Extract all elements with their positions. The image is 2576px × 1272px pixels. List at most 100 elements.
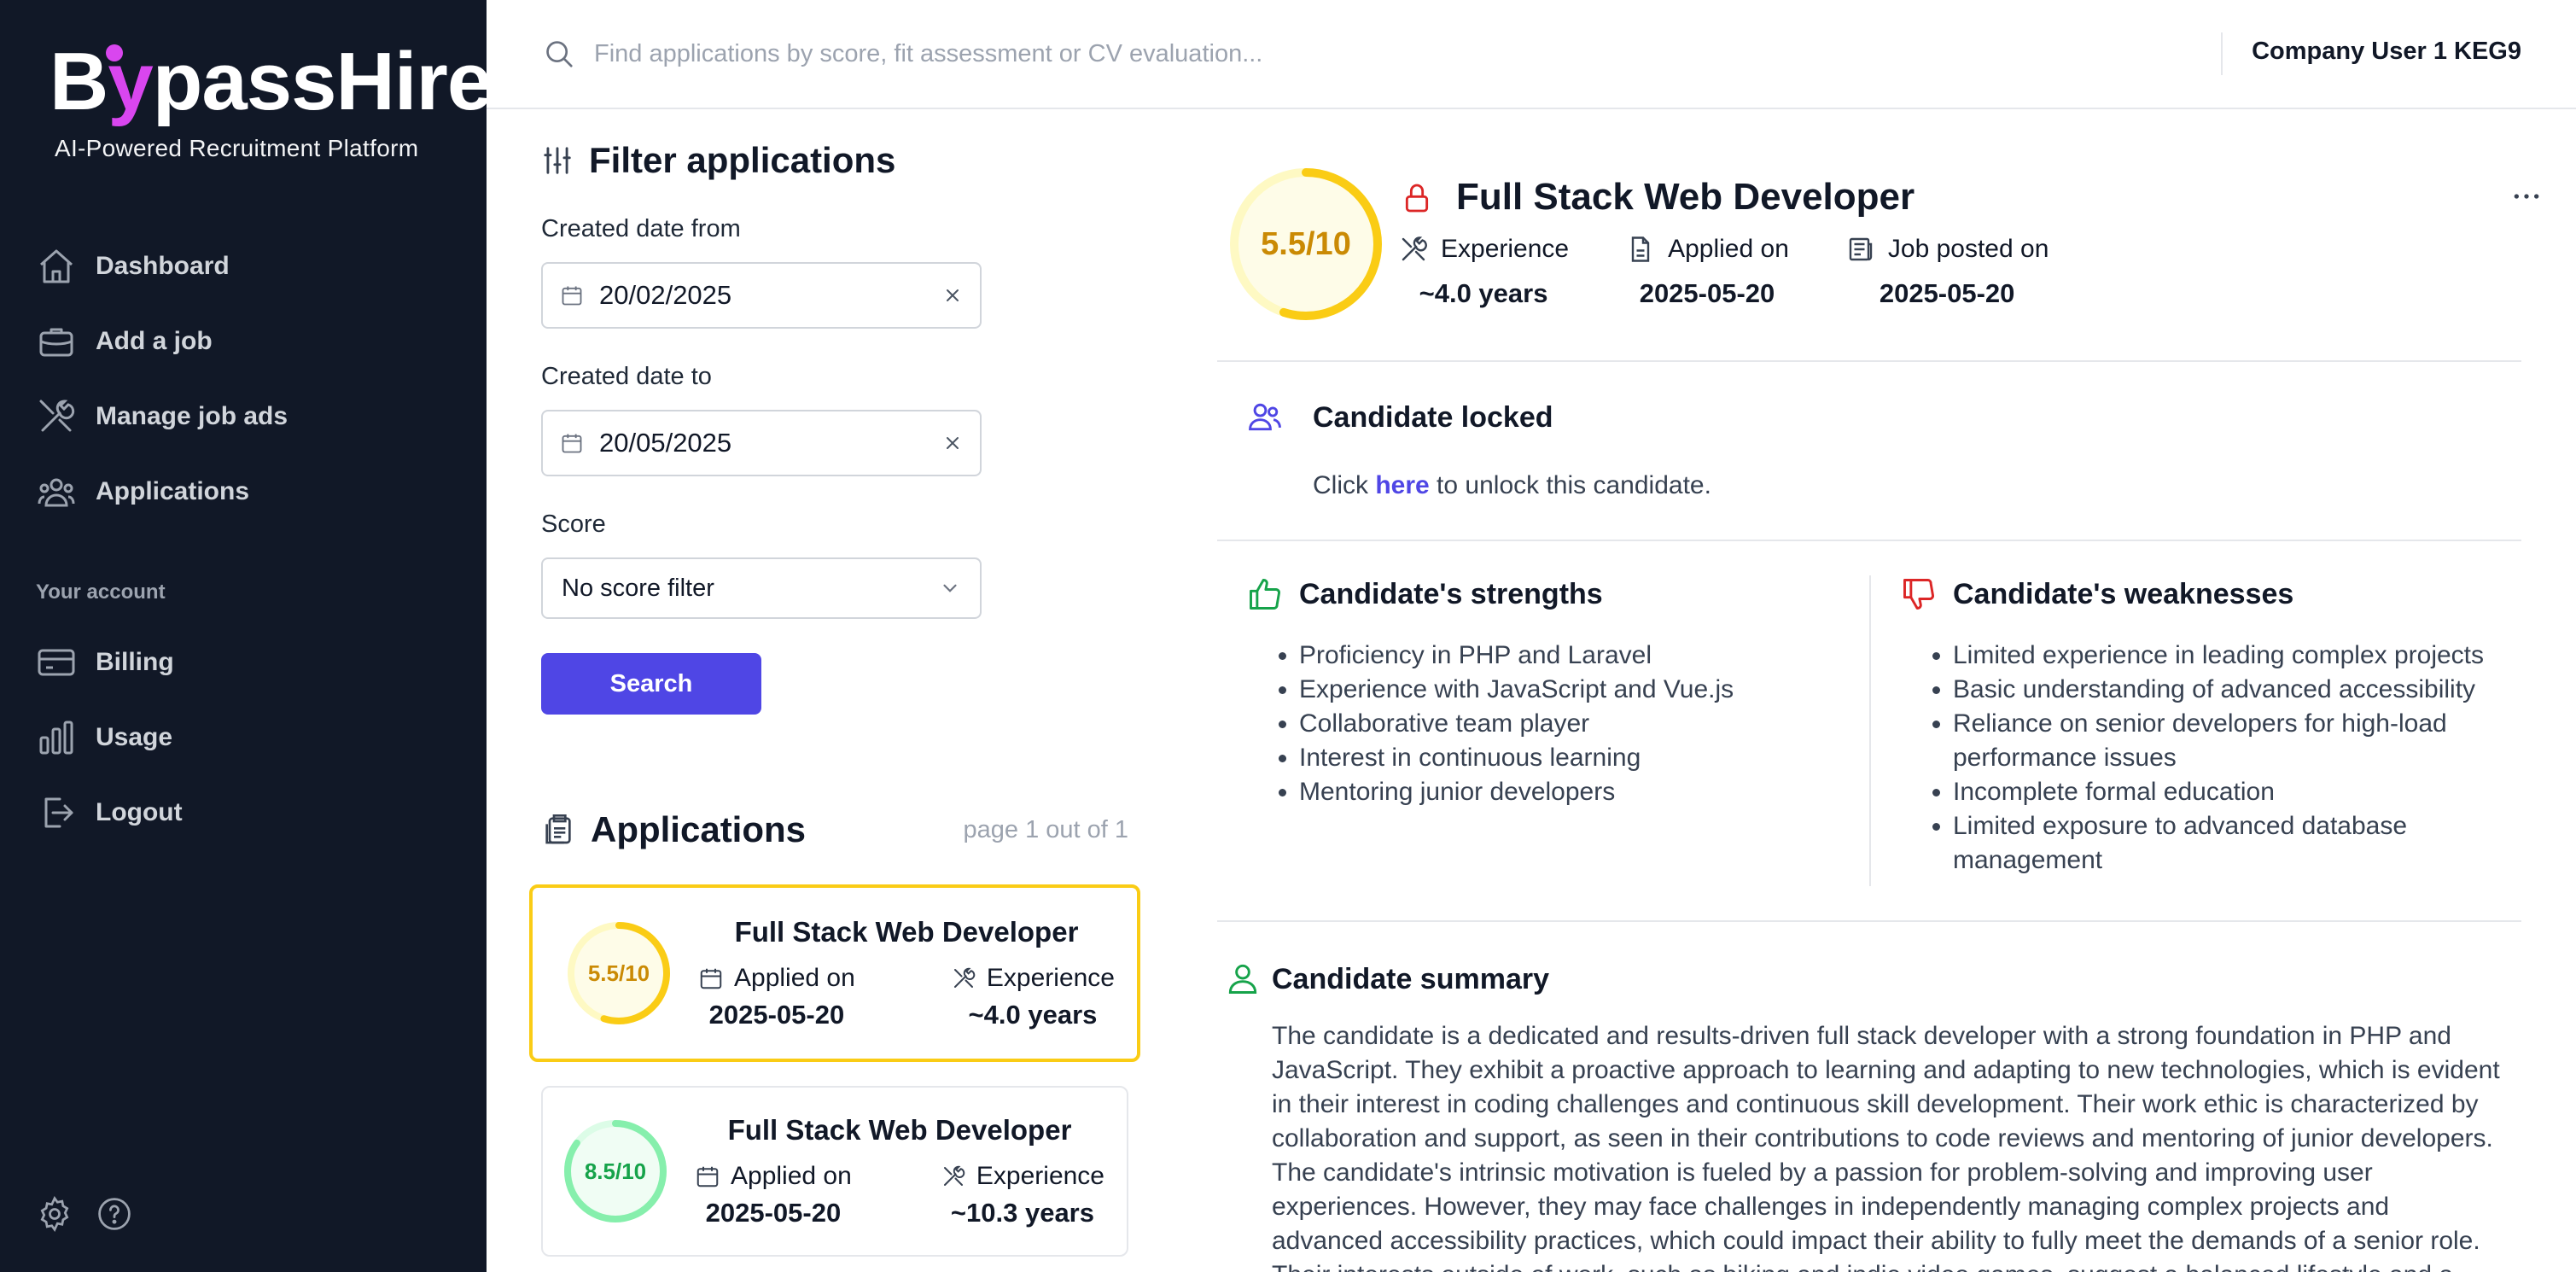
candidate-locked-section: Candidate locked Click here to unlock th… bbox=[1217, 362, 2521, 541]
date-to-value: 20/05/2025 bbox=[599, 428, 732, 458]
search-input[interactable] bbox=[594, 29, 2045, 79]
unlock-text: Click here to unlock this candidate. bbox=[1313, 471, 1711, 499]
lock-icon bbox=[1405, 184, 1429, 213]
date-to-field[interactable]: 20/05/2025 bbox=[541, 410, 982, 476]
list-item: Basic understanding of advanced accessib… bbox=[1953, 673, 2497, 707]
clear-icon[interactable] bbox=[942, 285, 963, 306]
detail-score-label: 5.5/10 bbox=[1261, 225, 1351, 262]
sidebar-item-manage-job-ads[interactable]: Manage job ads bbox=[0, 379, 487, 454]
date-from-field[interactable]: 20/02/2025 bbox=[541, 262, 982, 329]
sidebar-item-billing[interactable]: Billing bbox=[0, 625, 487, 700]
detail-score-ring: 5.5/10 bbox=[1224, 162, 1388, 326]
calendar-icon bbox=[696, 1166, 719, 1187]
sidebar-item-usage[interactable]: Usage bbox=[0, 700, 487, 775]
thumbs-up-icon bbox=[1250, 579, 1280, 610]
application-card[interactable]: 5.5/10 Full Stack Web Developer Applied … bbox=[529, 884, 1140, 1062]
experience-value: ~10.3 years bbox=[950, 1198, 1094, 1228]
sidebar-item-applications[interactable]: Applications bbox=[0, 454, 487, 529]
strengths-section: Candidate's strengths Proficiency in PHP… bbox=[1246, 575, 1844, 809]
user-menu[interactable]: Company User 1 KEG9 bbox=[2252, 38, 2521, 66]
strengths-list: Proficiency in PHP and Laravel Experienc… bbox=[1246, 639, 1844, 809]
list-item: Proficiency in PHP and Laravel bbox=[1299, 639, 1844, 673]
application-detail: 5.5/10 Full Stack Web Developer Experien… bbox=[1217, 109, 2539, 1272]
calendar-icon bbox=[562, 286, 582, 306]
sidebar-item-add-job[interactable]: Add a job bbox=[0, 304, 487, 379]
sidebar-item-logout[interactable]: Logout bbox=[0, 775, 487, 850]
detail-meta: Experience ~4.0 years Applied on 2025-05… bbox=[1398, 234, 2105, 309]
tools-icon bbox=[39, 400, 75, 432]
score-label: Score bbox=[541, 511, 606, 538]
experience-value: ~4.0 years bbox=[1419, 278, 1548, 308]
applied-date: 2025-05-20 bbox=[1639, 278, 1775, 308]
application-card[interactable]: 8.5/10 Full Stack Web Developer Applied … bbox=[541, 1086, 1128, 1257]
list-item: Limited exposure to advanced database ma… bbox=[1953, 809, 2497, 878]
newspaper-icon bbox=[1849, 237, 1873, 261]
summary-title: Candidate summary bbox=[1272, 963, 1549, 995]
brand-logo[interactable]: BypassHire AI-Powered Recruitment Platfo… bbox=[50, 36, 492, 162]
sliders-icon bbox=[544, 147, 571, 174]
account-nav: Billing Usage Logout bbox=[0, 625, 487, 850]
sidebar-item-label: Usage bbox=[96, 723, 173, 751]
weaknesses-title: Candidate's weaknesses bbox=[1953, 577, 2294, 610]
list-item: Incomplete formal education bbox=[1953, 775, 2497, 809]
brand-name: BypassHire bbox=[50, 36, 492, 127]
logout-icon bbox=[44, 797, 73, 828]
unlock-link[interactable]: here bbox=[1375, 471, 1429, 499]
gear-icon[interactable] bbox=[36, 1195, 73, 1233]
credit-card-icon bbox=[38, 649, 75, 676]
filter-title: Filter applications bbox=[541, 140, 1139, 181]
tools-icon bbox=[943, 1165, 965, 1186]
calendar-icon bbox=[700, 968, 722, 989]
users-icon bbox=[38, 478, 75, 507]
list-item: Mentoring junior developers bbox=[1299, 775, 1844, 809]
strengths-title: Candidate's strengths bbox=[1299, 577, 1603, 610]
card-title: Full Stack Web Developer bbox=[734, 916, 1079, 948]
search-icon bbox=[546, 41, 573, 67]
score-select-value: No score filter bbox=[562, 574, 714, 602]
applications-header: Applications page 1 out of 1 bbox=[541, 809, 1128, 850]
users-icon bbox=[1249, 403, 1281, 431]
experience-value: ~4.0 years bbox=[968, 1000, 1098, 1030]
more-icon[interactable] bbox=[2509, 179, 2544, 213]
locked-title: Candidate locked bbox=[1313, 401, 1553, 434]
detail-header: 5.5/10 Full Stack Web Developer Experien… bbox=[1217, 109, 2539, 362]
brand-tagline: AI-Powered Recruitment Platform bbox=[55, 135, 419, 161]
sidebar-item-label: Logout bbox=[96, 798, 183, 826]
topbar-divider bbox=[2221, 32, 2223, 75]
tools-icon bbox=[953, 967, 976, 988]
briefcase-icon bbox=[39, 328, 73, 357]
job-title: Full Stack Web Developer bbox=[1456, 176, 1915, 218]
bar-chart-icon bbox=[39, 721, 73, 755]
summary-text: The candidate is a dedicated and results… bbox=[1272, 1022, 2500, 1272]
topbar: Company User 1 KEG9 bbox=[487, 0, 2576, 109]
posted-date: 2025-05-20 bbox=[1879, 278, 2015, 308]
sidebar-item-label: Manage job ads bbox=[96, 402, 288, 430]
list-item: Experience with JavaScript and Vue.js bbox=[1299, 673, 1844, 707]
strengths-weaknesses: Candidate's strengths Proficiency in PHP… bbox=[1217, 541, 2521, 922]
sidebar-item-label: Applications bbox=[96, 477, 250, 505]
list-item: Collaborative team player bbox=[1299, 707, 1844, 741]
help-icon[interactable] bbox=[96, 1195, 133, 1233]
applied-date: 2025-05-20 bbox=[705, 1198, 842, 1228]
clipboard-icon bbox=[545, 814, 571, 844]
score-ring: 5.5/10 bbox=[563, 918, 674, 1029]
nav-section-label: Your account bbox=[36, 581, 166, 604]
thumbs-down-icon bbox=[1903, 579, 1934, 610]
applications-title: Applications bbox=[541, 809, 806, 850]
sidebar-item-label: Dashboard bbox=[96, 252, 230, 280]
score-ring: 8.5/10 bbox=[560, 1116, 671, 1227]
search-button[interactable]: Search bbox=[541, 653, 761, 715]
filter-panel: Filter applications Created date from 20… bbox=[541, 140, 1139, 715]
weaknesses-section: Candidate's weaknesses Limited experienc… bbox=[1900, 575, 2497, 878]
home-icon bbox=[40, 249, 73, 283]
sidebar-item-dashboard[interactable]: Dashboard bbox=[0, 229, 487, 304]
user-icon bbox=[1228, 964, 1257, 994]
score-select[interactable]: No score filter bbox=[541, 557, 982, 619]
list-item: Limited experience in leading complex pr… bbox=[1953, 639, 2497, 673]
score-label: 8.5/10 bbox=[584, 1158, 647, 1184]
clear-icon[interactable] bbox=[942, 433, 963, 453]
calendar-icon bbox=[562, 434, 582, 453]
date-to-label: Created date to bbox=[541, 363, 712, 390]
card-title: Full Stack Web Developer bbox=[727, 1114, 1072, 1146]
chevron-down-icon bbox=[943, 584, 957, 592]
